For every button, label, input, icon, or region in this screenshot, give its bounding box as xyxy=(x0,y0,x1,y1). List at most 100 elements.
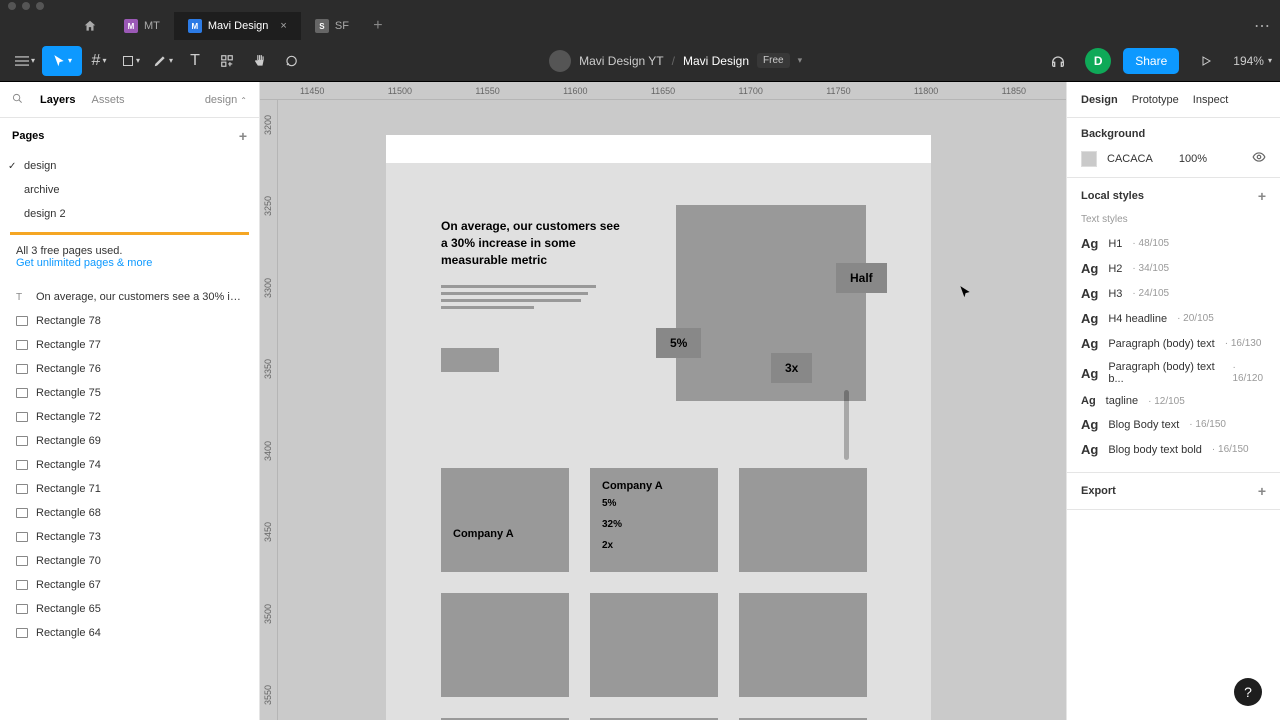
text-style-paragraph-bold[interactable]: AgParagraph (body) text b...· 16/120 xyxy=(1081,356,1266,390)
text-style-h2[interactable]: AgH2· 34/105 xyxy=(1081,256,1266,281)
traffic-min[interactable] xyxy=(22,2,30,10)
user-avatar[interactable]: D xyxy=(1085,48,1111,74)
text-style-blog-body[interactable]: AgBlog Body text· 16/150 xyxy=(1081,412,1266,437)
background-opacity[interactable]: 100% xyxy=(1179,153,1207,165)
card-company-a[interactable]: Company A xyxy=(441,468,569,572)
layer-item[interactable]: Rectangle 72 xyxy=(0,405,259,429)
frame-header[interactable] xyxy=(386,135,931,163)
close-icon[interactable]: × xyxy=(280,20,286,32)
text-style-tagline[interactable]: Agtagline· 12/105 xyxy=(1081,390,1266,412)
move-tool[interactable]: ▾ xyxy=(42,46,82,76)
rect-layer-icon xyxy=(16,604,28,614)
text-tool[interactable]: T xyxy=(180,46,210,76)
frame-tool[interactable]: #▾ xyxy=(84,46,114,76)
layer-item[interactable]: Rectangle 65 xyxy=(0,597,259,621)
hero-headline[interactable]: On average, our customers see a 30% incr… xyxy=(441,218,621,268)
rect-layer-icon xyxy=(16,484,28,494)
prototype-tab[interactable]: Prototype xyxy=(1132,94,1179,106)
layer-item[interactable]: Rectangle 76 xyxy=(0,357,259,381)
audio-button[interactable] xyxy=(1043,46,1073,76)
layer-item[interactable]: Rectangle 73 xyxy=(0,525,259,549)
layer-item[interactable]: Rectangle 68 xyxy=(0,501,259,525)
card-placeholder[interactable] xyxy=(739,468,867,572)
text-style-paragraph[interactable]: AgParagraph (body) text· 16/130 xyxy=(1081,331,1266,356)
file-name[interactable]: Mavi Design xyxy=(683,54,749,68)
plan-badge[interactable]: Free xyxy=(757,53,790,68)
cursor-icon xyxy=(958,285,972,304)
stat-badge-5pct[interactable]: 5% xyxy=(656,328,701,358)
canvas[interactable]: 1145011500115501160011650117001175011800… xyxy=(260,82,1066,720)
card-placeholder[interactable] xyxy=(739,593,867,697)
resources-tool[interactable] xyxy=(212,46,242,76)
rect-layer-icon xyxy=(16,412,28,422)
layer-item[interactable]: TOn average, our customers see a 30% inc… xyxy=(0,285,259,309)
add-style-button[interactable]: + xyxy=(1258,188,1266,204)
layer-item[interactable]: Rectangle 67 xyxy=(0,573,259,597)
text-style-blog-body-bold[interactable]: AgBlog body text bold· 16/150 xyxy=(1081,437,1266,462)
page-item-design2[interactable]: design 2 xyxy=(0,202,259,226)
hero-button[interactable] xyxy=(441,348,499,372)
frame-cards-section[interactable]: Company A hover → Company A 5% 32% xyxy=(386,438,931,720)
shape-tool[interactable]: ▾ xyxy=(116,46,146,76)
assets-tab[interactable]: Assets xyxy=(91,94,124,106)
background-swatch[interactable] xyxy=(1081,151,1097,167)
visibility-icon[interactable] xyxy=(1252,150,1266,167)
zoom-control[interactable]: 194%▾ xyxy=(1233,54,1272,68)
share-button[interactable]: Share xyxy=(1123,48,1179,74)
window-chrome xyxy=(0,0,1280,12)
chevron-down-icon[interactable]: ▾ xyxy=(798,55,803,66)
layer-item[interactable]: Rectangle 77 xyxy=(0,333,259,357)
traffic-max[interactable] xyxy=(36,2,44,10)
scrollbar-vertical[interactable] xyxy=(844,390,849,460)
background-hex[interactable]: CACACA xyxy=(1107,153,1153,165)
page-item-archive[interactable]: archive xyxy=(0,178,259,202)
page-item-design[interactable]: design xyxy=(0,154,259,178)
frame-hero-section[interactable]: On average, our customers see a 30% incr… xyxy=(386,163,931,438)
traffic-close[interactable] xyxy=(8,2,16,10)
present-button[interactable] xyxy=(1191,46,1221,76)
layers-tab[interactable]: Layers xyxy=(40,94,75,106)
card-company-a-hover[interactable]: Company A 5% 32% 2x xyxy=(590,468,718,572)
project-name[interactable]: Mavi Design YT xyxy=(579,54,663,68)
text-style-h4[interactable]: AgH4 headline· 20/105 xyxy=(1081,306,1266,331)
background-title: Background xyxy=(1081,128,1145,140)
rect-layer-icon xyxy=(16,556,28,566)
page-selector[interactable]: design ⌃ xyxy=(205,94,247,106)
rect-layer-icon xyxy=(16,532,28,542)
add-page-button[interactable]: + xyxy=(239,128,247,144)
overflow-menu[interactable]: ⋯ xyxy=(1244,12,1280,40)
layer-item[interactable]: Rectangle 64 xyxy=(0,621,259,645)
card-placeholder[interactable] xyxy=(441,593,569,697)
design-tab[interactable]: Design xyxy=(1081,94,1118,106)
layer-item[interactable]: Rectangle 75 xyxy=(0,381,259,405)
tab-mavi-design[interactable]: M Mavi Design × xyxy=(174,12,301,40)
pages-title: Pages xyxy=(12,130,44,142)
help-button[interactable]: ? xyxy=(1234,678,1262,706)
home-tab[interactable] xyxy=(70,12,110,40)
text-style-h1[interactable]: AgH1· 48/105 xyxy=(1081,231,1266,256)
toolbar: ▾ ▾ #▾ ▾ ▾ T Mavi Design YT / Mavi Desig… xyxy=(0,40,1280,82)
layer-item[interactable]: Rectangle 69 xyxy=(0,429,259,453)
menu-button[interactable]: ▾ xyxy=(10,46,40,76)
add-tab-button[interactable]: + xyxy=(363,12,393,40)
text-style-h3[interactable]: AgH3· 24/105 xyxy=(1081,281,1266,306)
card-placeholder[interactable] xyxy=(590,593,718,697)
layer-item[interactable]: Rectangle 70 xyxy=(0,549,259,573)
pen-tool[interactable]: ▾ xyxy=(148,46,178,76)
layer-item[interactable]: Rectangle 74 xyxy=(0,453,259,477)
inspect-tab[interactable]: Inspect xyxy=(1193,94,1228,106)
tab-icon: M xyxy=(188,19,202,33)
tab-sf[interactable]: S SF xyxy=(301,12,363,40)
upgrade-link[interactable]: Get unlimited pages & more xyxy=(16,257,152,269)
tab-mt[interactable]: M MT xyxy=(110,12,174,40)
stat-badge-3x[interactable]: 3x xyxy=(771,353,812,383)
search-icon[interactable] xyxy=(12,93,24,107)
hand-tool[interactable] xyxy=(244,46,274,76)
rect-layer-icon xyxy=(16,628,28,638)
stat-badge-half[interactable]: Half xyxy=(836,263,887,293)
comment-tool[interactable] xyxy=(276,46,306,76)
layer-item[interactable]: Rectangle 78 xyxy=(0,309,259,333)
rect-layer-icon xyxy=(16,508,28,518)
layer-item[interactable]: Rectangle 71 xyxy=(0,477,259,501)
add-export-button[interactable]: + xyxy=(1258,483,1266,499)
